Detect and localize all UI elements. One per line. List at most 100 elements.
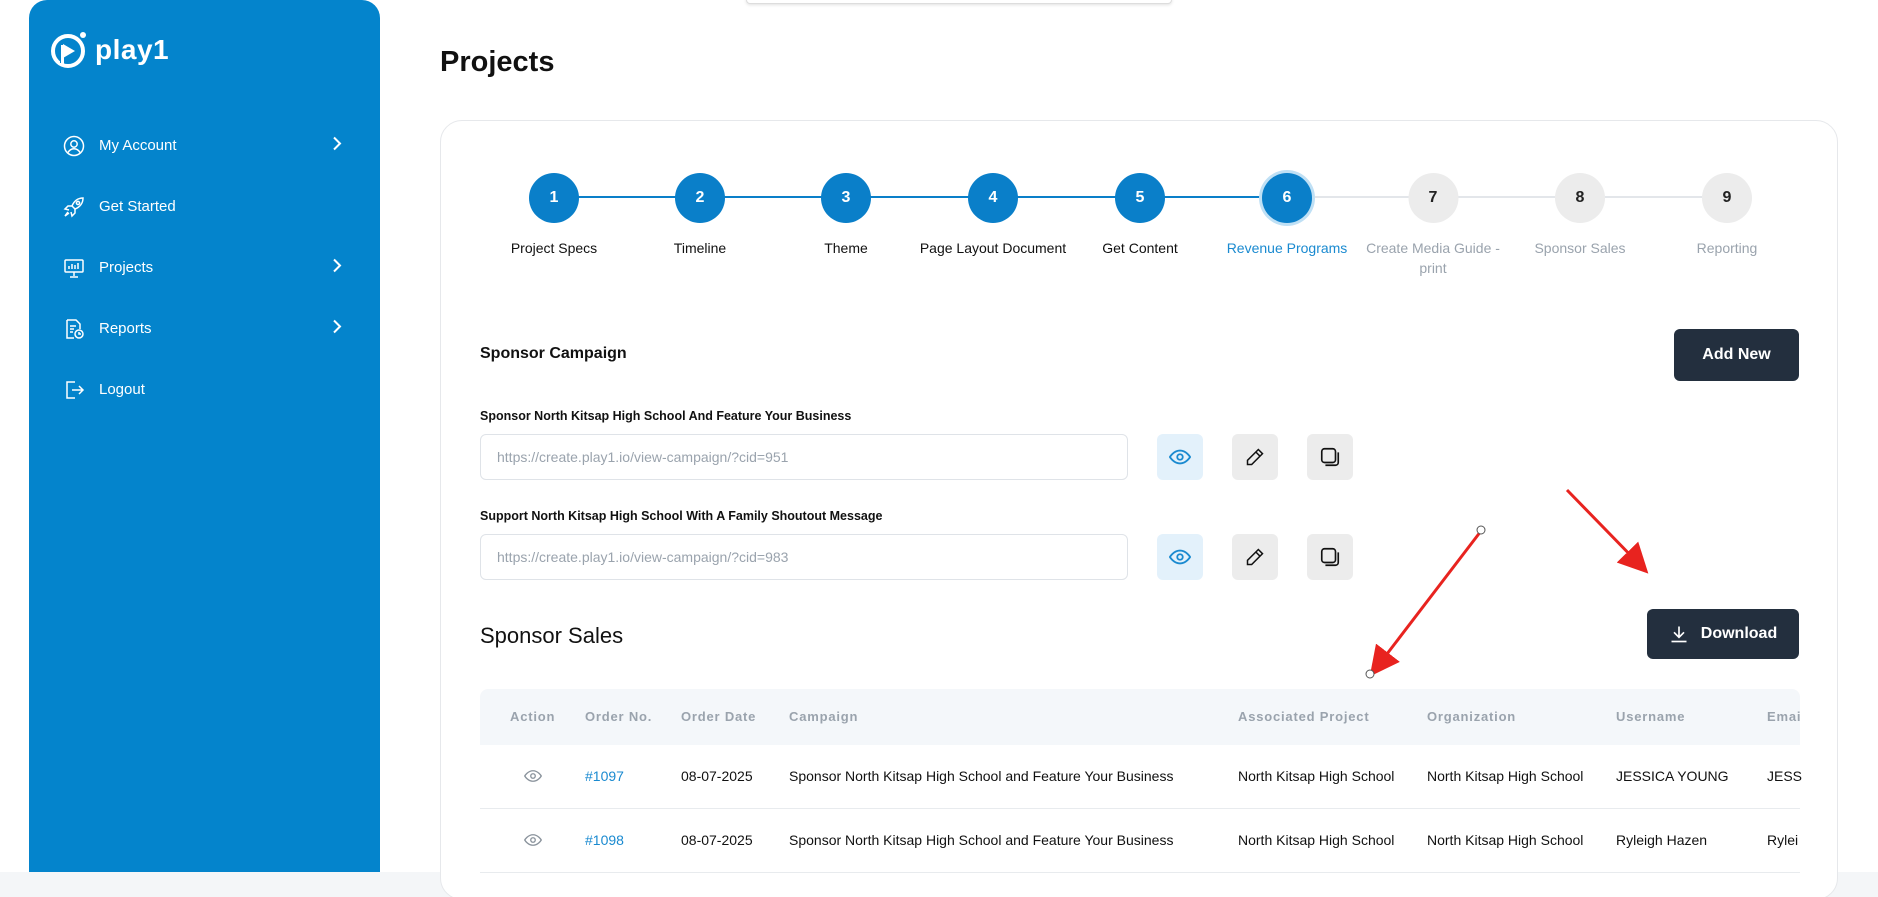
sidebar: play1 My Account Get Started Projects Re… [29, 0, 380, 872]
campaign-url-field[interactable]: https://create.play1.io/view-campaign/?c… [480, 434, 1128, 480]
download-icon [1671, 626, 1687, 643]
step-number: 2 [675, 173, 725, 223]
column-header[interactable]: Associated Project [1238, 709, 1369, 724]
order-date: 08-07-2025 [681, 768, 753, 784]
step-5[interactable]: 5 Get Content [1060, 173, 1220, 258]
step-9[interactable]: 9 Reporting [1647, 173, 1807, 258]
eye-icon [523, 770, 543, 782]
column-header[interactable]: Emai [1767, 709, 1801, 724]
campaign-url-field[interactable]: https://create.play1.io/view-campaign/?c… [480, 534, 1128, 580]
eye-icon [1169, 549, 1191, 565]
step-2[interactable]: 2 Timeline [620, 173, 780, 258]
campaign-name: Sponsor North Kitsap High School and Fea… [789, 768, 1174, 784]
step-label: Sponsor Sales [1534, 240, 1626, 256]
presentation-icon [63, 257, 85, 279]
step-number: 4 [968, 173, 1018, 223]
sponsor-campaign-title: Sponsor Campaign [480, 345, 627, 362]
copy-link-button[interactable] [1307, 434, 1353, 480]
order-number-link[interactable]: #1097 [585, 768, 624, 784]
play1-logo-icon [51, 32, 86, 68]
view-order-button[interactable] [523, 767, 543, 790]
organization: North Kitsap High School [1427, 768, 1584, 784]
logo[interactable]: play1 [49, 30, 169, 70]
step-label: Theme [824, 240, 868, 256]
sidebar-nav: My Account Get Started Projects Reports … [29, 115, 380, 420]
project-stepper: 1 Project Specs 2 Timeline 3 Theme 4 Pag… [441, 121, 1837, 291]
table-row: #1098 08-07-2025 Sponsor North Kitsap Hi… [480, 809, 1800, 873]
copy-link-button[interactable] [1307, 534, 1353, 580]
edit-campaign-button[interactable] [1232, 534, 1278, 580]
step-label: Revenue Programs [1226, 240, 1348, 256]
copy-icon [1320, 447, 1340, 467]
sponsor-sales-title: Sponsor Sales [480, 623, 624, 648]
step-number: 9 [1702, 173, 1752, 223]
project-card: 1 Project Specs 2 Timeline 3 Theme 4 Pag… [440, 120, 1838, 897]
sidebar-item-label: Logout [99, 381, 145, 398]
column-header[interactable]: Username [1616, 709, 1685, 724]
column-header[interactable]: Order Date [681, 709, 756, 724]
view-campaign-button[interactable] [1157, 534, 1203, 580]
report-icon [63, 318, 85, 340]
email: JESS [1767, 768, 1803, 784]
sidebar-item-my-account[interactable]: My Account [29, 115, 380, 176]
eye-icon [1169, 449, 1191, 465]
step-number: 3 [821, 173, 871, 223]
step-number: 1 [529, 173, 579, 223]
order-date: 08-07-2025 [681, 832, 753, 848]
step-number: 5 [1115, 173, 1165, 223]
email: Rylei [1767, 832, 1799, 848]
step-4[interactable]: 4 Page Layout Document [913, 173, 1073, 258]
add-new-button[interactable]: Add New [1674, 329, 1799, 381]
step-number: 8 [1555, 173, 1605, 223]
step-6[interactable]: 6 Revenue Programs [1207, 173, 1367, 258]
view-order-button[interactable] [523, 831, 543, 854]
username: Ryleigh Hazen [1616, 832, 1708, 848]
sidebar-item-reports[interactable]: Reports [29, 298, 380, 359]
sidebar-item-label: Reports [99, 320, 152, 337]
sidebar-item-projects[interactable]: Projects [29, 237, 380, 298]
logout-icon [63, 379, 85, 401]
column-header[interactable]: Action [510, 709, 555, 724]
step-label: Create Media Guide - print [1366, 240, 1500, 276]
chevron-right-icon [332, 318, 342, 339]
column-header[interactable]: Campaign [789, 709, 858, 724]
logo-text: play1 [95, 34, 170, 65]
sidebar-item-logout[interactable]: Logout [29, 359, 380, 420]
table-row: #1097 08-07-2025 Sponsor North Kitsap Hi… [480, 745, 1803, 809]
sidebar-item-get-started[interactable]: Get Started [29, 176, 380, 237]
step-8[interactable]: 8 Sponsor Sales [1500, 173, 1660, 258]
step-label: Timeline [673, 240, 727, 256]
sidebar-item-label: Projects [99, 259, 154, 276]
top-popover [746, 0, 1172, 4]
step-number: 7 [1408, 173, 1458, 223]
download-button[interactable]: Download [1647, 609, 1799, 659]
user-circle-icon [63, 135, 85, 157]
step-7[interactable]: 7 Create Media Guide - print [1361, 173, 1506, 278]
associated-project: North Kitsap High School [1238, 768, 1395, 784]
sidebar-item-label: Get Started [99, 198, 176, 215]
chevron-right-icon [332, 135, 342, 156]
pencil-icon [1246, 548, 1264, 566]
step-label: Reporting [1696, 240, 1758, 256]
page: play1 My Account Get Started Projects Re… [0, 0, 1878, 897]
step-3[interactable]: 3 Theme [766, 173, 926, 258]
order-number-link[interactable]: #1098 [585, 832, 624, 848]
step-label: Page Layout Document [919, 240, 1067, 256]
download-button-label: Download [1700, 625, 1778, 642]
step-1[interactable]: 1 Project Specs [474, 173, 634, 258]
step-number: 6 [1262, 173, 1312, 223]
eye-icon [523, 834, 543, 846]
edit-campaign-button[interactable] [1232, 434, 1278, 480]
step-label: Get Content [1102, 240, 1178, 256]
view-campaign-button[interactable] [1157, 434, 1203, 480]
column-header[interactable]: Order No. [585, 709, 652, 724]
table-header: Action Order No. Order Date Campaign Ass… [480, 689, 1800, 745]
chevron-right-icon [332, 257, 342, 278]
step-label: Project Specs [510, 240, 598, 256]
username: JESSICA YOUNG [1616, 768, 1729, 784]
sidebar-item-label: My Account [99, 137, 177, 154]
column-header[interactable]: Organization [1427, 709, 1516, 724]
rocket-icon [63, 196, 85, 218]
campaign-label: Support North Kitsap High School With A … [480, 509, 883, 523]
associated-project: North Kitsap High School [1238, 832, 1395, 848]
